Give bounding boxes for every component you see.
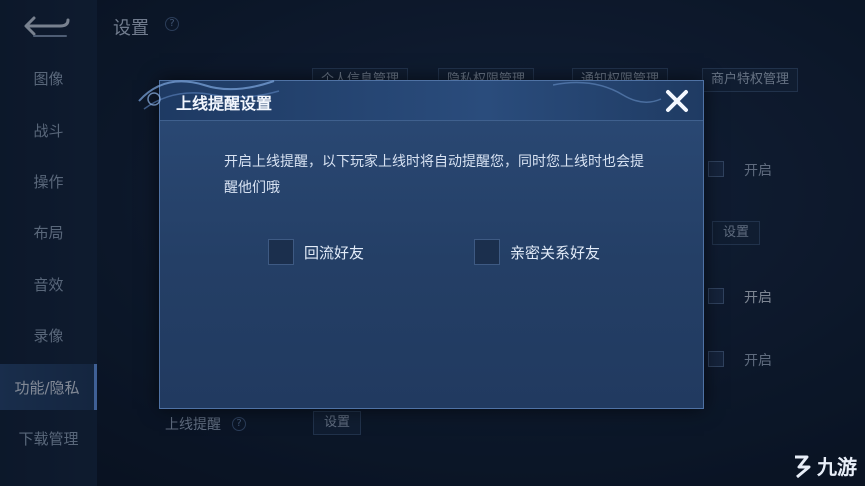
cloud-ornament-icon xyxy=(553,81,662,103)
option-returning-friends[interactable]: 回流好友 xyxy=(268,239,364,265)
checkbox[interactable] xyxy=(268,239,294,265)
watermark-text: 九游 xyxy=(817,455,857,479)
option-intimate-friends[interactable]: 亲密关系好友 xyxy=(474,239,600,265)
online-reminder-dialog: 上线提醒设置 开启上线提醒，以下玩家上线时将自动提醒您，同时您上线时也会提醒他们… xyxy=(138,80,704,409)
option-label: 回流好友 xyxy=(304,243,365,262)
close-icon[interactable] xyxy=(663,87,691,115)
dialog-description: 开启上线提醒，以下玩家上线时将自动提醒您，同时您上线时也会提醒他们哦 xyxy=(224,154,644,196)
option-label: 亲密关系好友 xyxy=(510,243,601,262)
watermark-logo-icon xyxy=(795,455,811,478)
dialog-title: 上线提醒设置 xyxy=(176,94,273,113)
watermark: 九游 xyxy=(789,451,857,480)
checkbox[interactable] xyxy=(474,239,500,265)
